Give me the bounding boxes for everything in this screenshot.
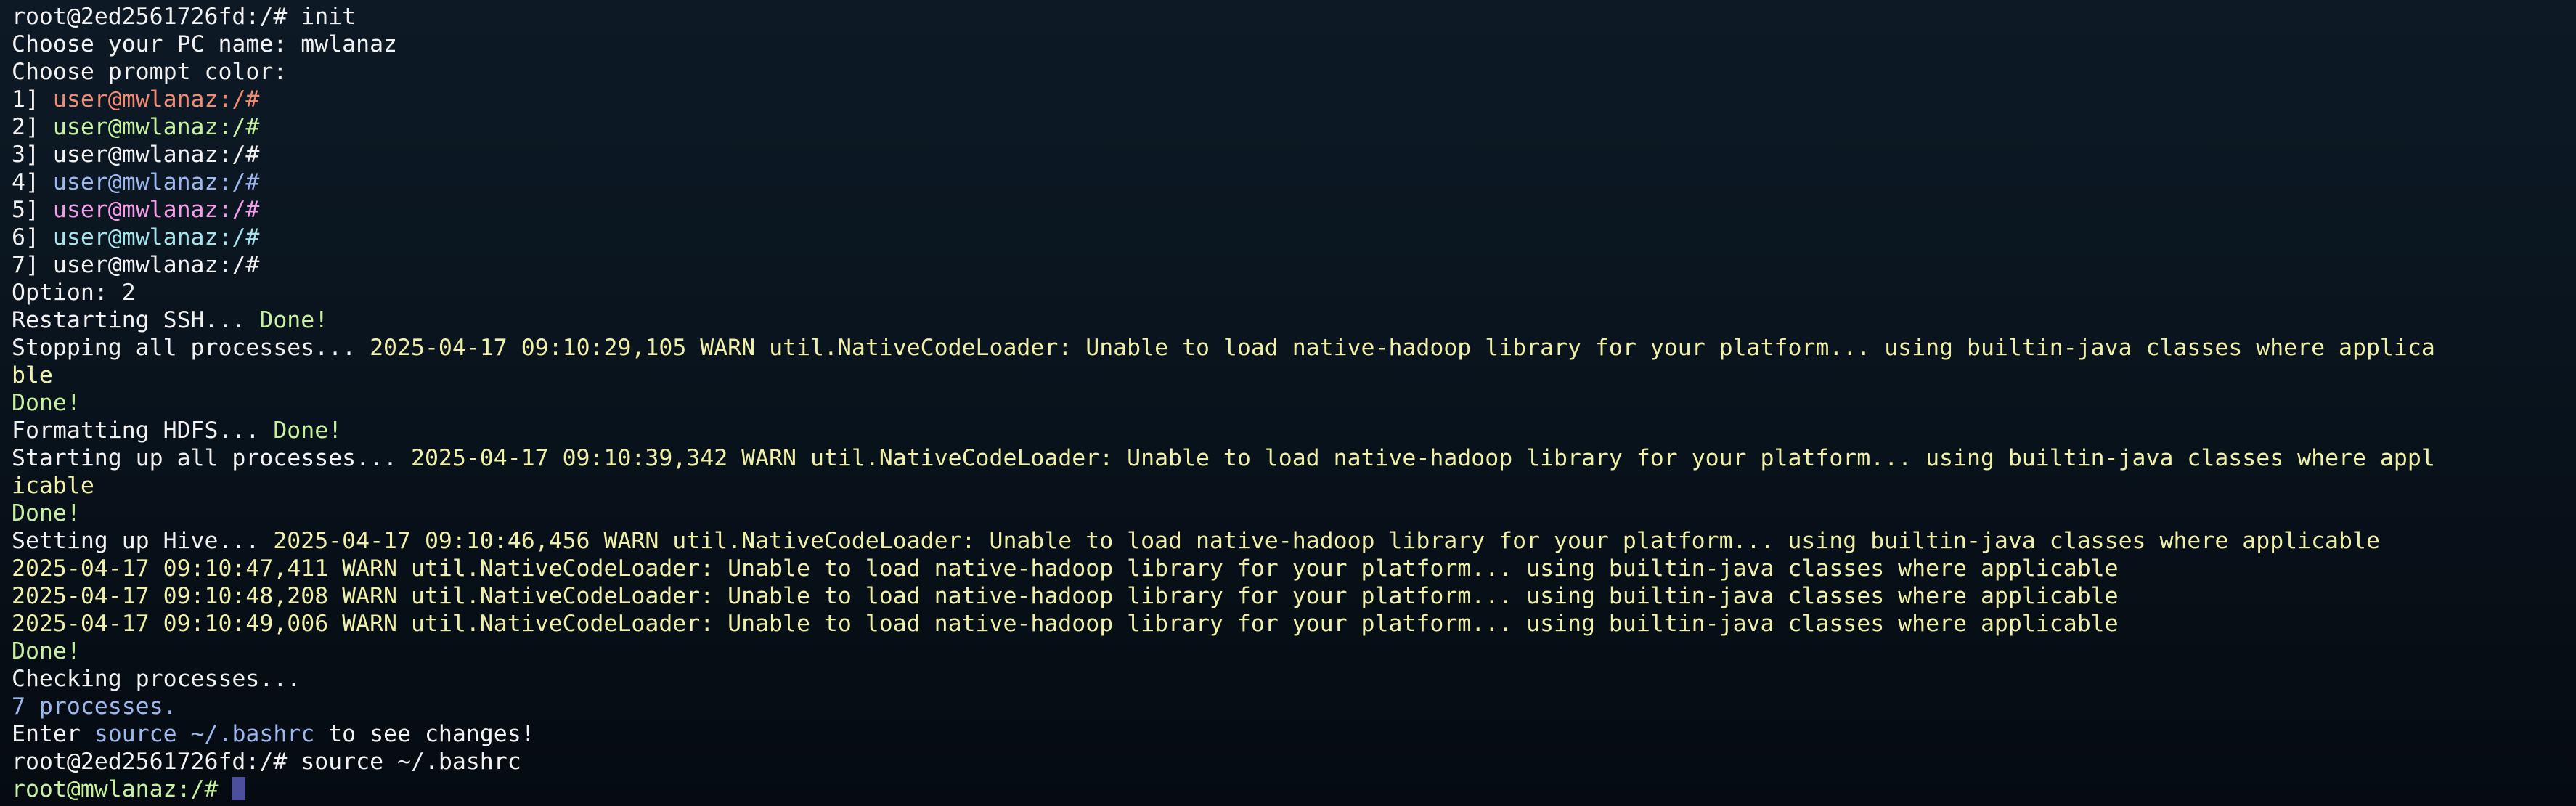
terminal-text: user@mwlanaz:/#: [52, 252, 260, 278]
terminal-text: Choose your PC name: mwlanaz: [12, 31, 398, 57]
terminal-line: Option: 2: [12, 279, 2576, 306]
terminal-text: root@mwlanaz:/#: [12, 776, 232, 802]
terminal-text: Done!: [273, 418, 343, 444]
terminal-text: Starting up all processes...: [12, 445, 411, 471]
terminal-text: Done!: [12, 500, 81, 526]
terminal-text: Done!: [12, 390, 81, 416]
terminal-line: 3] user@mwlanaz:/#: [12, 141, 2576, 168]
terminal-text: Stopping all processes...: [12, 335, 370, 361]
terminal-text: to see changes!: [314, 721, 535, 747]
terminal-line: Formatting HDFS... Done!: [12, 417, 2576, 444]
terminal-line: 6] user@mwlanaz:/#: [12, 224, 2576, 251]
terminal-text: 2]: [12, 114, 53, 140]
terminal-line: Choose prompt color:: [12, 58, 2576, 86]
terminal-line: 4] user@mwlanaz:/#: [12, 168, 2576, 196]
terminal-line: Checking processes...: [12, 665, 2576, 693]
terminal-text: root@2ed2561726fd:/# source ~/.bashrc: [12, 749, 521, 775]
terminal-text: 4]: [12, 169, 53, 195]
terminal-line: Setting up Hive... 2025-04-17 09:10:46,4…: [12, 527, 2576, 555]
terminal-cursor[interactable]: [232, 777, 246, 800]
terminal-line: 7] user@mwlanaz:/#: [12, 251, 2576, 279]
terminal-text: user@mwlanaz:/#: [52, 169, 260, 195]
terminal-text: ble: [12, 362, 53, 388]
terminal-line: 5] user@mwlanaz:/#: [12, 196, 2576, 224]
terminal-text: Formatting HDFS...: [12, 418, 274, 444]
terminal-text: Option: 2: [12, 280, 136, 306]
terminal-line: Enter source ~/.bashrc to see changes!: [12, 720, 2576, 748]
terminal-text: Enter: [12, 721, 94, 747]
terminal-line: ble: [12, 362, 2576, 389]
terminal-line: root@2ed2561726fd:/# source ~/.bashrc: [12, 748, 2576, 776]
terminal-text: 2025-04-17 09:10:39,342 WARN util.Native…: [410, 445, 2435, 471]
terminal-text: 6]: [12, 224, 53, 251]
terminal-text: 3]: [12, 142, 53, 168]
terminal-line: Choose your PC name: mwlanaz: [12, 30, 2576, 58]
terminal-line: 2] user@mwlanaz:/#: [12, 113, 2576, 141]
terminal-text: 2025-04-17 09:10:46,456 WARN util.Native…: [273, 528, 2380, 554]
terminal-line: Starting up all processes... 2025-04-17 …: [12, 444, 2576, 472]
terminal-line: 2025-04-17 09:10:47,411 WARN util.Native…: [12, 555, 2576, 582]
terminal-text: 2025-04-17 09:10:48,208 WARN util.Native…: [12, 583, 2119, 609]
terminal-text: 7 processes.: [12, 693, 177, 720]
terminal-window[interactable]: root@2ed2561726fd:/# init Choose your PC …: [0, 0, 2576, 806]
terminal-text: Checking processes...: [12, 666, 301, 692]
terminal-line: Done!: [12, 638, 2576, 665]
terminal-text: user@mwlanaz:/#: [52, 114, 260, 140]
terminal-text: 7]: [12, 252, 53, 278]
terminal-text: 5]: [12, 197, 53, 223]
terminal-text: user@mwlanaz:/#: [52, 224, 260, 251]
terminal-text: 2025-04-17 09:10:47,411 WARN util.Native…: [12, 555, 2119, 582]
terminal-text: user@mwlanaz:/#: [52, 197, 260, 223]
terminal-line: 2025-04-17 09:10:48,208 WARN util.Native…: [12, 582, 2576, 610]
terminal-line: Done!: [12, 389, 2576, 417]
terminal-text: 2025-04-17 09:10:49,006 WARN util.Native…: [12, 611, 2119, 637]
terminal-line: Done!: [12, 500, 2576, 527]
terminal-line: Stopping all processes... 2025-04-17 09:…: [12, 334, 2576, 362]
terminal-text: Done!: [12, 638, 81, 664]
terminal-text: Setting up Hive...: [12, 528, 274, 554]
terminal-line: 1] user@mwlanaz:/#: [12, 86, 2576, 113]
terminal-line: root@mwlanaz:/#: [12, 776, 2576, 803]
terminal-line: Restarting SSH... Done!: [12, 306, 2576, 334]
terminal-line: icable: [12, 472, 2576, 500]
terminal-text: Restarting SSH...: [12, 307, 260, 333]
terminal-text: source ~/.bashrc: [94, 721, 315, 747]
terminal-text: user@mwlanaz:/#: [52, 86, 260, 113]
terminal-text: 1]: [12, 86, 53, 113]
terminal-text: Choose prompt color:: [12, 59, 288, 85]
terminal-line: 7 processes.: [12, 693, 2576, 720]
terminal-text: user@mwlanaz:/#: [52, 142, 260, 168]
terminal-text: 2025-04-17 09:10:29,105 WARN util.Native…: [370, 335, 2435, 361]
terminal-text: icable: [12, 473, 94, 499]
terminal-line: 2025-04-17 09:10:49,006 WARN util.Native…: [12, 610, 2576, 638]
terminal-text: root@2ed2561726fd:/# init: [12, 4, 356, 30]
terminal-line: root@2ed2561726fd:/# init: [12, 3, 2576, 30]
terminal-text: Done!: [259, 307, 329, 333]
